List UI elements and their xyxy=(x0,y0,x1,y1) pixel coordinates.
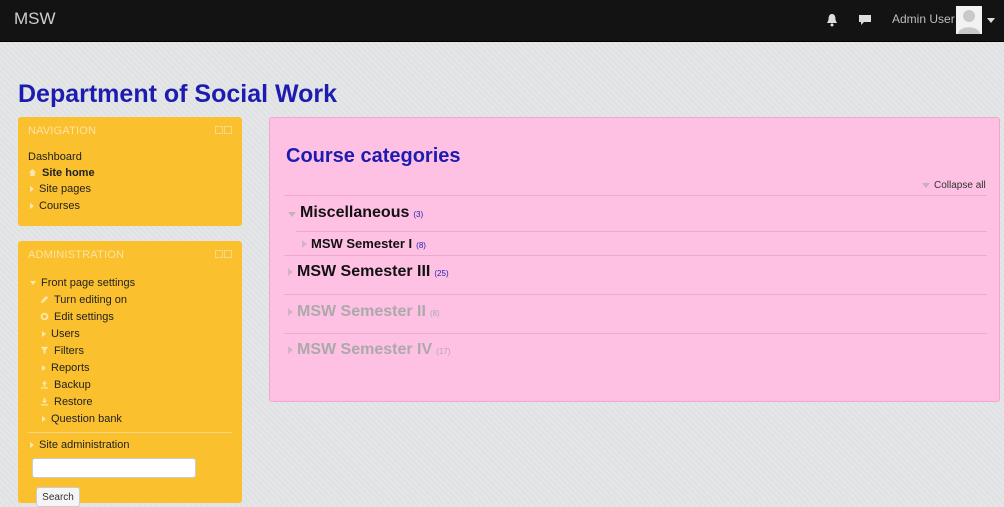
expand-arrow-icon xyxy=(30,185,34,192)
user-name[interactable]: Admin User xyxy=(892,12,955,26)
collapse-all-link[interactable]: Collapse all xyxy=(922,180,986,191)
divider xyxy=(284,294,987,295)
expand-arrow-icon xyxy=(42,415,46,422)
admin-item-users[interactable]: Users xyxy=(42,326,80,341)
collapse-arrow-icon xyxy=(288,212,296,217)
admin-search-input[interactable] xyxy=(32,458,196,478)
filter-icon xyxy=(40,346,49,355)
expand-arrow-icon xyxy=(30,441,34,448)
top-navbar: MSW Admin User xyxy=(0,0,1004,42)
navigation-block-title: NAVIGATION xyxy=(28,125,97,137)
divider xyxy=(284,195,987,196)
admin-item-question-bank[interactable]: Question bank xyxy=(42,411,122,426)
nav-item-dashboard[interactable]: Dashboard xyxy=(28,149,82,164)
restore-download-icon xyxy=(40,397,49,406)
expand-arrow-icon xyxy=(42,364,46,371)
divider xyxy=(284,333,987,334)
category-miscellaneous[interactable]: Miscellaneous (3) xyxy=(288,204,423,222)
expand-arrow-icon xyxy=(42,330,46,337)
category-msw-semester-iv[interactable]: MSW Semester IV (17) xyxy=(288,341,450,359)
expand-arrow-icon xyxy=(288,346,293,354)
pencil-icon xyxy=(40,295,49,304)
administration-block-title: ADMINISTRATION xyxy=(28,249,125,261)
divider xyxy=(296,231,987,232)
category-msw-semester-ii[interactable]: MSW Semester II (8) xyxy=(288,303,440,321)
expand-arrow-icon xyxy=(288,308,293,316)
admin-item-filters[interactable]: Filters xyxy=(40,343,84,358)
brand-link[interactable]: MSW xyxy=(14,9,56,29)
main-title: Course categories xyxy=(286,145,461,167)
admin-item-backup[interactable]: Backup xyxy=(40,377,91,392)
admin-item-restore[interactable]: Restore xyxy=(40,394,93,409)
divider xyxy=(28,432,232,433)
expand-arrow-icon xyxy=(302,240,307,248)
nav-item-site-home[interactable]: Site home xyxy=(28,165,95,180)
minimize-block-icon[interactable] xyxy=(215,250,223,258)
admin-item-reports[interactable]: Reports xyxy=(42,360,90,375)
dock-block-icon[interactable] xyxy=(224,250,232,258)
category-msw-semester-iii[interactable]: MSW Semester III (25) xyxy=(288,263,449,281)
category-msw-semester-i[interactable]: MSW Semester I (8) xyxy=(302,236,426,251)
gear-icon xyxy=(40,312,49,321)
divider xyxy=(284,255,987,256)
user-avatar[interactable] xyxy=(956,6,982,34)
avatar-silhouette-icon xyxy=(958,10,980,34)
admin-item-turn-editing-on[interactable]: Turn editing on xyxy=(40,292,127,307)
course-categories-panel: Course categories Collapse all Miscellan… xyxy=(269,117,1000,402)
home-icon xyxy=(28,168,37,177)
expand-arrow-icon xyxy=(30,202,34,209)
admin-front-page-settings[interactable]: Front page settings xyxy=(30,275,135,290)
admin-search-button[interactable]: Search xyxy=(36,487,80,507)
block-controls xyxy=(215,250,232,258)
administration-block: ADMINISTRATION Front page settings Turn … xyxy=(18,241,242,507)
minimize-block-icon[interactable] xyxy=(215,126,223,134)
collapse-arrow-icon xyxy=(30,280,36,285)
dock-block-icon[interactable] xyxy=(224,126,232,134)
notifications-bell-icon[interactable] xyxy=(826,13,838,27)
expand-arrow-icon xyxy=(288,268,293,276)
collapse-arrow-icon xyxy=(922,183,930,188)
page-title: Department of Social Work xyxy=(18,80,338,108)
admin-site-administration[interactable]: Site administration xyxy=(30,437,130,452)
nav-item-courses[interactable]: Courses xyxy=(30,198,80,213)
nav-item-site-pages[interactable]: Site pages xyxy=(30,181,91,196)
messages-chat-icon[interactable] xyxy=(858,14,872,26)
admin-item-edit-settings[interactable]: Edit settings xyxy=(40,309,114,324)
backup-upload-icon xyxy=(40,380,49,389)
block-controls xyxy=(215,126,232,134)
navigation-block: NAVIGATION Dashboard Site home Site page… xyxy=(18,117,242,226)
user-menu-caret-icon[interactable] xyxy=(987,18,995,23)
